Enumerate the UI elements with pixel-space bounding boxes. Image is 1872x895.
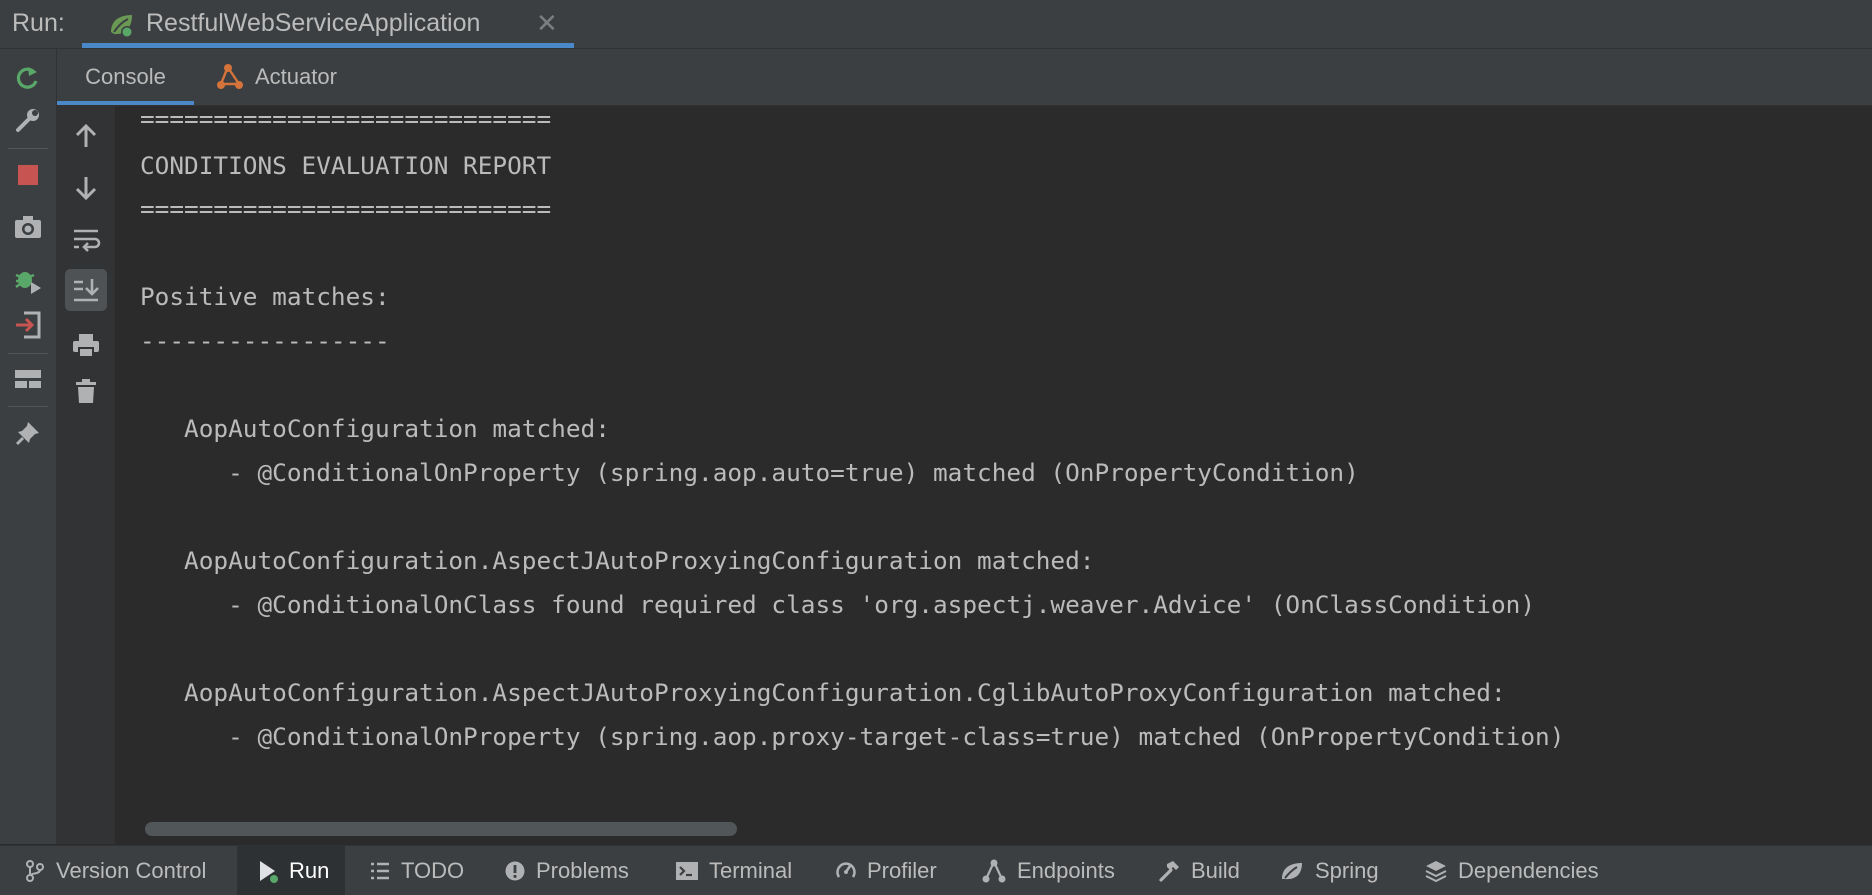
run-toolwindow-header: Run: RestfulWebServiceApplication ✕ (0, 0, 1872, 49)
camera-icon[interactable] (9, 208, 47, 246)
debug-attach-icon[interactable] (9, 260, 47, 298)
run-config-title: RestfulWebServiceApplication (146, 9, 481, 37)
toolbar-separator (8, 406, 48, 407)
trash-icon[interactable] (65, 370, 107, 412)
toolwindow-label: Spring (1315, 857, 1379, 883)
layers-icon (1425, 860, 1447, 882)
run-label: Run: (12, 9, 65, 37)
terminal-icon (676, 861, 698, 880)
tab-actuator[interactable]: Actuator (215, 49, 375, 105)
console-line: ----------------- (140, 326, 390, 355)
toolwindow-profiler[interactable]: Profiler (835, 846, 937, 895)
layout-icon[interactable] (9, 360, 47, 398)
toolwindow-problems[interactable]: Problems (504, 846, 629, 895)
toolwindow-terminal[interactable]: Terminal (675, 846, 792, 895)
list-icon (371, 862, 389, 879)
branch-icon (26, 859, 44, 882)
toolwindow-label: Profiler (867, 857, 937, 883)
toolwindow-dependencies[interactable]: Dependencies (1424, 846, 1599, 895)
pin-icon[interactable] (9, 414, 47, 452)
tab-console[interactable]: Console (57, 49, 194, 105)
toolwindow-build[interactable]: Build (1157, 846, 1240, 895)
console-line: ============================ (140, 194, 552, 223)
console-line: ============================ (140, 106, 552, 133)
toolwindow-label: Endpoints (1017, 857, 1115, 883)
active-tab-indicator (82, 43, 574, 48)
toolwindow-label: Run (289, 857, 330, 883)
horizontal-scrollbar-thumb[interactable] (145, 822, 737, 836)
spring-boot-run-icon (106, 10, 136, 40)
tab-console-label: Console (85, 64, 166, 89)
toolwindow-label: Build (1191, 857, 1240, 883)
console-line: Positive matches: (140, 282, 390, 311)
active-tab-indicator (57, 101, 194, 105)
toolbar-separator (8, 148, 48, 149)
up-arrow-icon[interactable] (65, 115, 107, 157)
toolwindow-label: Problems (536, 857, 629, 883)
profiler-icon (836, 861, 856, 878)
toolwindow-endpoints[interactable]: Endpoints (981, 846, 1115, 895)
run-config-tab[interactable]: RestfulWebServiceApplication ✕ (82, 0, 574, 48)
tool-window-bar: Version Control Run TODO Problems Termin… (0, 845, 1872, 895)
toolbar-separator (8, 353, 48, 354)
rerun-icon[interactable] (9, 59, 47, 97)
console-line: AopAutoConfiguration matched: (140, 414, 610, 443)
hammer-icon (1159, 860, 1179, 882)
toolwindow-version-control[interactable]: Version Control (24, 846, 206, 895)
down-arrow-icon[interactable] (65, 167, 107, 209)
close-icon[interactable]: ✕ (536, 8, 558, 39)
stop-icon[interactable] (9, 156, 47, 194)
toolwindow-label: Dependencies (1458, 857, 1599, 883)
play-icon (260, 860, 278, 883)
console-line: CONDITIONS EVALUATION REPORT (140, 151, 552, 180)
spring-leaf-icon (1282, 862, 1302, 879)
run-left-toolbar (0, 49, 57, 844)
tab-actuator-label: Actuator (255, 64, 337, 89)
console-toolbar (57, 106, 115, 844)
console-line: - @ConditionalOnClass found required cla… (140, 590, 1536, 619)
print-icon[interactable] (65, 324, 107, 366)
warning-icon (505, 861, 525, 880)
endpoints-icon (982, 859, 1006, 882)
console-output[interactable]: ============================ CONDITIONS … (115, 106, 1872, 814)
console-line: - @ConditionalOnProperty (spring.aop.aut… (140, 458, 1359, 487)
toolwindow-run[interactable]: Run (237, 846, 346, 895)
console-line: AopAutoConfiguration.AspectJAutoProxying… (140, 678, 1506, 707)
wrench-icon[interactable] (9, 101, 47, 139)
soft-wrap-icon[interactable] (65, 219, 107, 261)
scroll-to-end-icon[interactable] (65, 269, 107, 311)
toolwindow-label: TODO (401, 857, 465, 883)
console-line: - @ConditionalOnProperty (spring.aop.pro… (140, 722, 1565, 751)
toolwindow-spring[interactable]: Spring (1279, 846, 1379, 895)
run-tabs: Console Actuator (57, 49, 1872, 106)
console-line: AopAutoConfiguration.AspectJAutoProxying… (140, 546, 1095, 575)
toolwindow-label: Terminal (709, 857, 793, 883)
toolwindow-label: Version Control (56, 857, 207, 883)
actuator-icon (215, 62, 245, 92)
toolwindow-todo[interactable]: TODO (369, 846, 464, 895)
exit-icon[interactable] (9, 306, 47, 344)
